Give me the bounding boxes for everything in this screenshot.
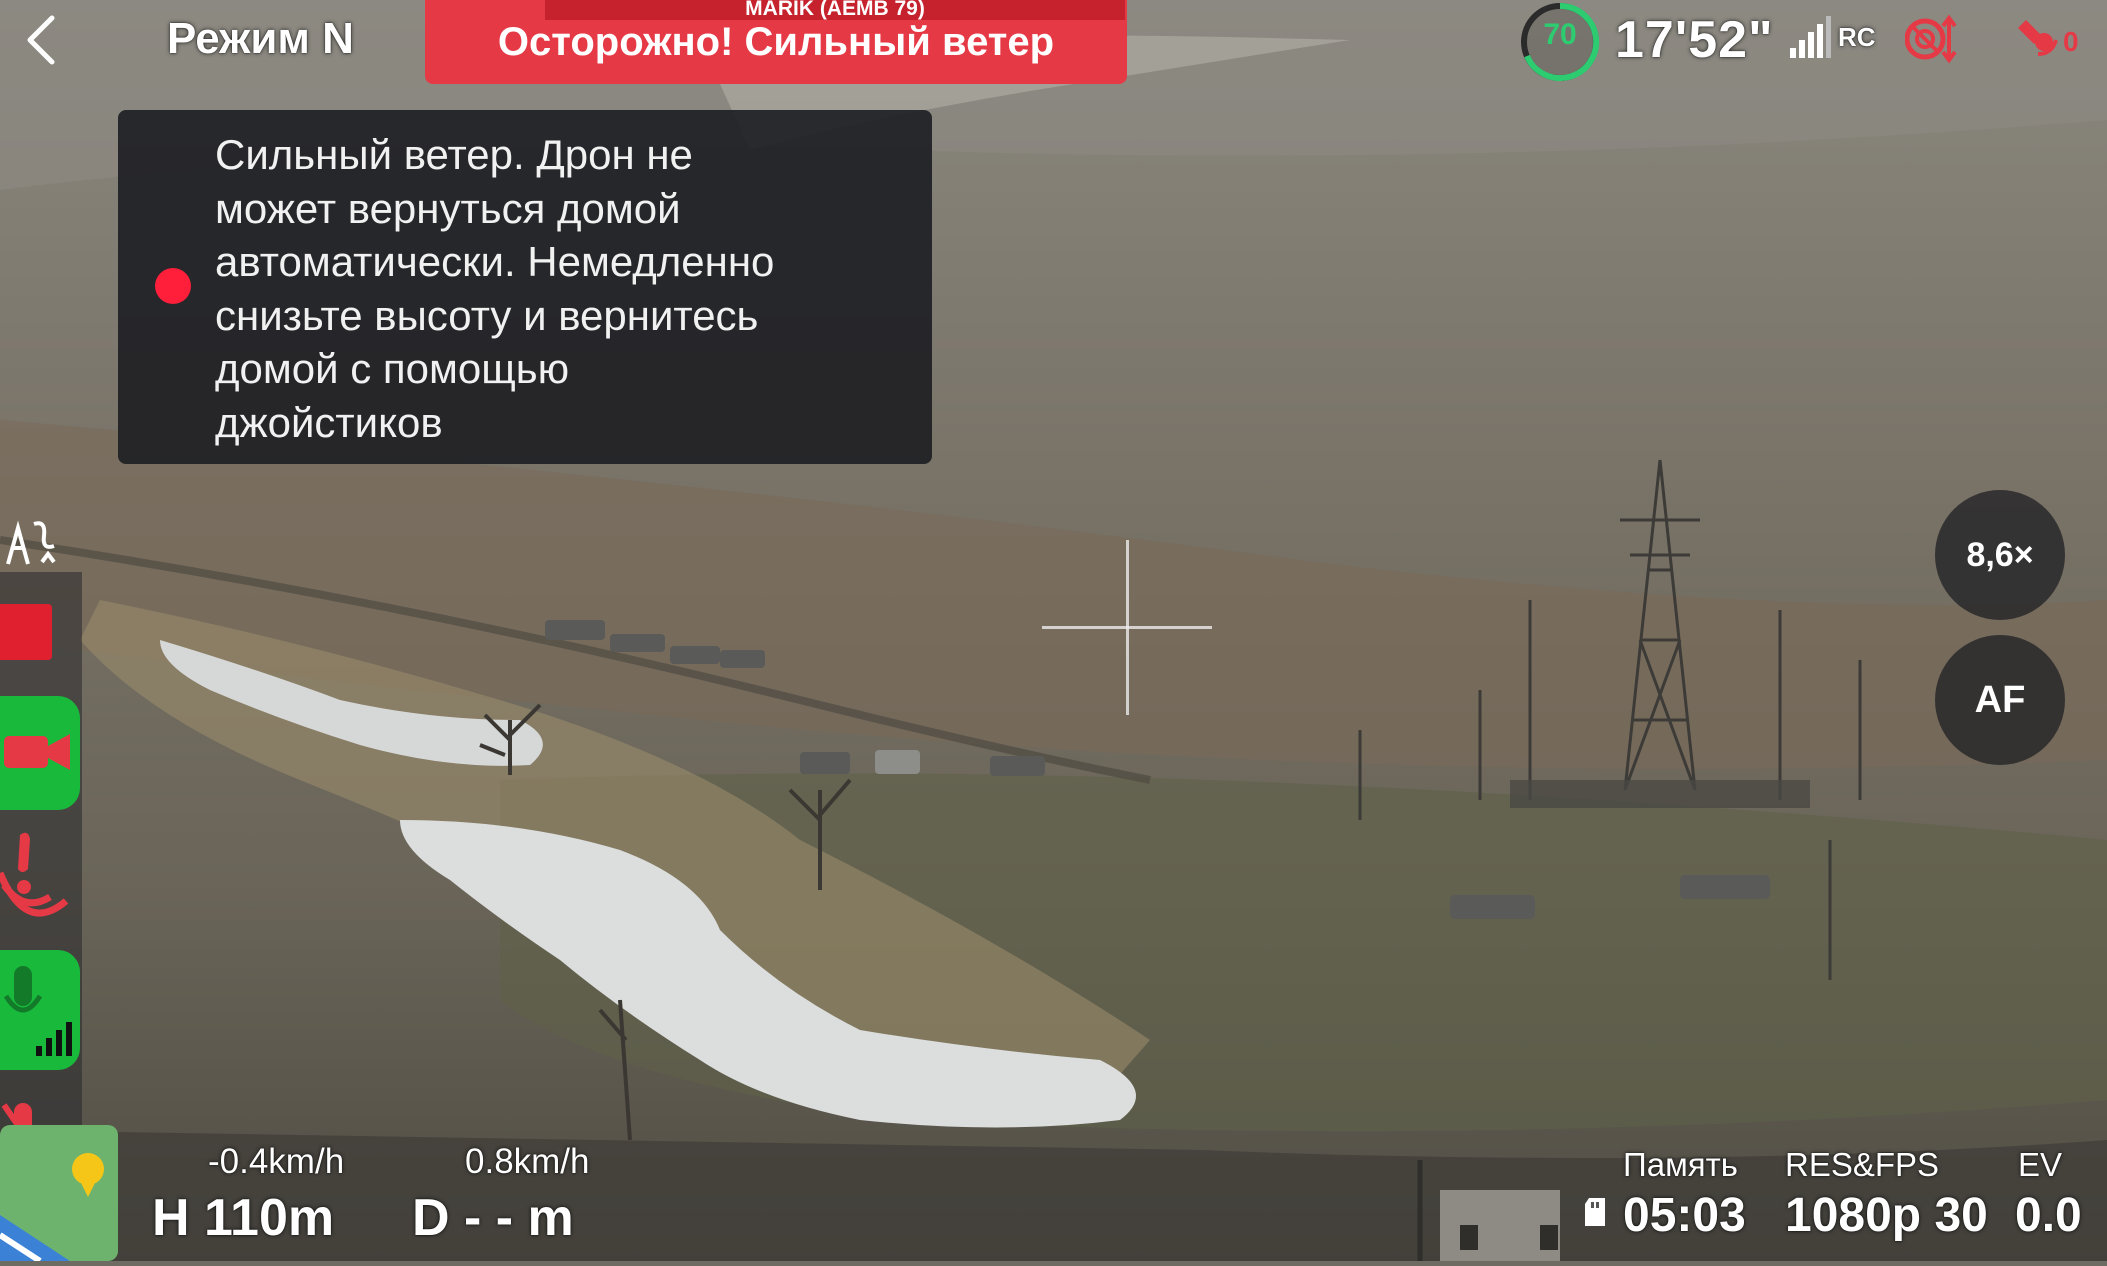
- ev-label: EV: [2018, 1146, 2063, 1183]
- video-icon: [4, 734, 70, 770]
- alert-line: Сильный ветер. Дрон не: [215, 131, 693, 178]
- autofocus-button[interactable]: AF: [1935, 635, 2065, 765]
- map-button[interactable]: [0, 1125, 118, 1264]
- horizontal-speed: 0.8km/h: [465, 1142, 590, 1181]
- flight-mode-label[interactable]: Режим N: [167, 14, 354, 64]
- alert-line: может вернуться домой: [215, 184, 681, 232]
- alert-message: Сильный ветер. Дрон не может вернуться д…: [215, 128, 905, 449]
- alert-status-dot: [155, 268, 191, 304]
- resfps-label: RES&FPS: [1785, 1146, 1940, 1183]
- storage-remaining[interactable]: 05:03: [1623, 1188, 1746, 1243]
- alert-line: джойстиков: [215, 398, 443, 446]
- alert-line: домой с помощью: [215, 345, 570, 392]
- video-button[interactable]: [0, 696, 80, 810]
- gps-icon: [2018, 20, 2058, 56]
- resolution-fps[interactable]: 1080p 30: [1785, 1188, 1988, 1243]
- battery-percent: 70: [1543, 18, 1577, 51]
- rc-label: RC: [1838, 22, 1876, 52]
- back-icon[interactable]: [18, 10, 62, 70]
- mic-button[interactable]: [0, 950, 80, 1070]
- record-button[interactable]: [0, 604, 52, 660]
- speaker-icon: [0, 832, 69, 917]
- alert-line: автоматически. Немедленно: [215, 238, 775, 285]
- warning-text: Осторожно! Сильный ветер: [497, 19, 1055, 64]
- flight-time-remaining: 17'52": [1615, 11, 1774, 69]
- speaker-button[interactable]: [0, 825, 72, 935]
- obstacle-avoidance-icon[interactable]: [1905, 12, 1957, 66]
- storage-label: Память: [1623, 1146, 1738, 1183]
- pilot-name: MARIK (AEMB 79): [745, 0, 925, 20]
- signal-icon: [1790, 16, 1831, 58]
- crosshair-horizontal: [1042, 626, 1212, 629]
- gps-satellite-count: 0: [2063, 26, 2079, 57]
- height-readout: H 110m: [152, 1189, 335, 1247]
- distance-readout: D - - m: [412, 1189, 574, 1247]
- alert-line: снизьте высоту и вернитесь: [215, 291, 759, 339]
- sd-card-icon: [1585, 1198, 1605, 1226]
- zoom-button[interactable]: 8,6×: [1935, 490, 2065, 620]
- exposure-value[interactable]: 0.0: [2015, 1188, 2082, 1243]
- pilot-tab: MARIK (AEMB 79): [545, 0, 1125, 20]
- vertical-speed: -0.4km/h: [208, 1142, 345, 1181]
- map-icon: [0, 1125, 118, 1264]
- track-icon[interactable]: [2, 514, 60, 570]
- mic-icon: [3, 966, 72, 1056]
